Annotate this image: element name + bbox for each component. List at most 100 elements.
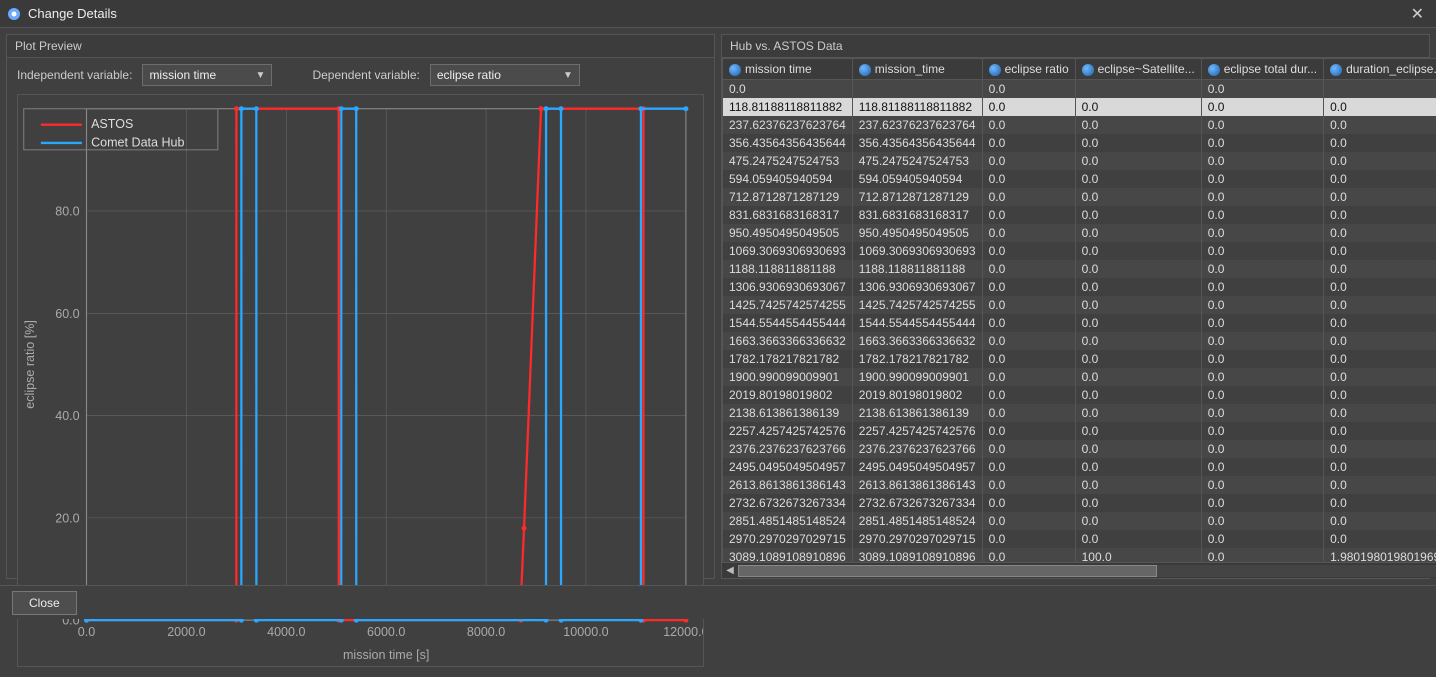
table-cell: 0.0: [982, 368, 1075, 386]
table-cell: 0.0: [1075, 314, 1201, 332]
table-row[interactable]: 2495.04950495049572495.04950495049570.00…: [723, 458, 1436, 476]
table-cell: 0.0: [982, 422, 1075, 440]
table-row[interactable]: 1782.1782178217821782.1782178217820.00.0…: [723, 350, 1436, 368]
table-cell: 356.43564356435644: [852, 134, 982, 152]
table-cell: 0.0: [1075, 458, 1201, 476]
close-button[interactable]: Close: [12, 591, 77, 615]
table-row[interactable]: 356.43564356435644356.435643564356440.00…: [723, 134, 1436, 152]
table-cell: 0.0: [982, 188, 1075, 206]
table-cell: 0.0: [982, 80, 1075, 99]
table-row[interactable]: 1663.36633663366321663.36633663366320.00…: [723, 332, 1436, 350]
table-cell: 2257.4257425742576: [852, 422, 982, 440]
table-row[interactable]: 3089.10891089108963089.10891089108960.01…: [723, 548, 1436, 562]
variable-controls: Independent variable: mission time ▼ Dep…: [7, 58, 714, 92]
table-cell: 0.0: [1201, 170, 1323, 188]
table-row[interactable]: 2851.48514851485242851.48514851485240.00…: [723, 512, 1436, 530]
independent-var-combo[interactable]: mission time ▼: [142, 64, 272, 86]
table-cell: 0.0: [1201, 368, 1323, 386]
table-cell: 0.0: [1324, 368, 1436, 386]
table-row[interactable]: 1900.9900990099011900.9900990099010.00.0…: [723, 368, 1436, 386]
table-cell: 0.0: [723, 80, 853, 99]
table-cell: 0.0: [1324, 260, 1436, 278]
column-header[interactable]: duration_eclipse...: [1324, 59, 1436, 80]
table-row[interactable]: 2376.23762376237662376.23762376237660.00…: [723, 440, 1436, 458]
column-header[interactable]: eclipse ratio: [982, 59, 1075, 80]
table-cell: 0.0: [1324, 224, 1436, 242]
scroll-left-arrow[interactable]: ◀: [722, 565, 738, 576]
svg-text:6000.0: 6000.0: [367, 625, 405, 639]
table-row[interactable]: 2138.6138613861392138.6138613861390.00.0…: [723, 404, 1436, 422]
dependent-var-label: Dependent variable:: [312, 68, 419, 82]
column-header[interactable]: mission_time: [852, 59, 982, 80]
table-row[interactable]: 1069.30693069306931069.30693069306930.00…: [723, 242, 1436, 260]
horizontal-scrollbar[interactable]: ◀ ▶: [722, 562, 1436, 578]
table-cell: 0.0: [1201, 224, 1323, 242]
table-cell: 2851.4851485148524: [852, 512, 982, 530]
table-row[interactable]: 1425.74257425742551425.74257425742550.00…: [723, 296, 1436, 314]
table-cell: 0.0: [1201, 188, 1323, 206]
table-row[interactable]: 594.059405940594594.0594059405940.00.00.…: [723, 170, 1436, 188]
table-row[interactable]: 2019.801980198022019.801980198020.00.00.…: [723, 386, 1436, 404]
table-cell: 1069.3069306930693: [723, 242, 853, 260]
table-row[interactable]: 118.81188118811882118.811881188118820.00…: [723, 98, 1436, 116]
table-cell: 0.0: [982, 350, 1075, 368]
table-cell: 0.0: [1075, 152, 1201, 170]
table-cell: [1075, 80, 1201, 99]
plot-area[interactable]: 0.02000.04000.06000.08000.010000.012000.…: [17, 94, 704, 667]
table-cell: 0.0: [1324, 98, 1436, 116]
table-row[interactable]: 2613.86138613861432613.86138613861430.00…: [723, 476, 1436, 494]
table-row[interactable]: 475.2475247524753475.2475247524753 0.0 0.0…: [723, 152, 1436, 170]
table-row[interactable]: 1544.55445544554441544.55445544554440.00…: [723, 314, 1436, 332]
window-title: Change Details: [28, 6, 117, 21]
table-row[interactable]: 2732.67326732673342732.67326732673340.00…: [723, 494, 1436, 512]
table-row[interactable]: 712.8712871287129712.87128712871290.00.0…: [723, 188, 1436, 206]
hscroll-thumb[interactable]: [738, 565, 1157, 577]
table-cell: 0.0: [1201, 278, 1323, 296]
table-cell: 475.2475247524753: [852, 152, 982, 170]
column-header[interactable]: eclipse~Satellite...: [1075, 59, 1201, 80]
table-cell: 0.0: [1201, 242, 1323, 260]
table-row[interactable]: 2257.42574257425762257.42574257425760.00…: [723, 422, 1436, 440]
table-cell: 0.0: [982, 260, 1075, 278]
table-cell: 0.0: [1324, 116, 1436, 134]
table-cell: 0.0: [1075, 530, 1201, 548]
table-row[interactable]: 2970.29702970297152970.29702970297150.00…: [723, 530, 1436, 548]
table-cell: 0.0: [1201, 404, 1323, 422]
table-cell: 0.0: [982, 296, 1075, 314]
table-row[interactable]: 831.6831683168317831.68316831683170.00.0…: [723, 206, 1436, 224]
table-cell: 594.059405940594: [723, 170, 853, 188]
column-icon: [729, 64, 741, 76]
column-icon: [1330, 64, 1342, 76]
table-cell: 475.2475247524753: [723, 152, 853, 170]
table-cell: 0.0: [1324, 512, 1436, 530]
svg-text:60.0: 60.0: [55, 307, 79, 321]
table-cell: 0.0: [1324, 152, 1436, 170]
plot-preview-header: Plot Preview: [7, 35, 714, 58]
table-scroll[interactable]: mission timemission_timeeclipse ratioecl…: [722, 58, 1436, 562]
dependent-var-combo[interactable]: eclipse ratio ▼: [430, 64, 580, 86]
table-cell: 2495.0495049504957: [723, 458, 853, 476]
table-row[interactable]: 237.62376237623764237.623762376237640.00…: [723, 116, 1436, 134]
table-cell: 0.0: [1324, 170, 1436, 188]
table-cell: 712.8712871287129: [723, 188, 853, 206]
column-header[interactable]: eclipse total dur...: [1201, 59, 1323, 80]
table-row[interactable]: 1306.93069306930671306.93069306930670.00…: [723, 278, 1436, 296]
table-cell: 0.0: [1201, 512, 1323, 530]
table-cell: 0.0: [1075, 494, 1201, 512]
table-cell: [1324, 80, 1436, 99]
table-cell: 0.0: [1324, 278, 1436, 296]
table-cell: 118.81188118811882: [852, 98, 982, 116]
dependent-var-value: eclipse ratio: [437, 68, 501, 82]
column-header[interactable]: mission time: [723, 59, 853, 80]
table-row[interactable]: 0.00.00.00.0: [723, 80, 1436, 99]
table-cell: 594.059405940594: [852, 170, 982, 188]
table-row[interactable]: 1188.1188118811881188.1188118811880.00.0…: [723, 260, 1436, 278]
table-cell: 0.0: [1201, 548, 1323, 562]
table-row[interactable]: 950.4950495049505950.49504950495050.00.0…: [723, 224, 1436, 242]
window-close-button[interactable]: ✕: [1405, 2, 1430, 26]
table-cell: 0.0: [982, 170, 1075, 188]
table-cell: 0.0: [982, 440, 1075, 458]
table-cell: 0.0: [1075, 512, 1201, 530]
table-cell: 0.0: [982, 278, 1075, 296]
table-cell: 0.0: [1201, 98, 1323, 116]
